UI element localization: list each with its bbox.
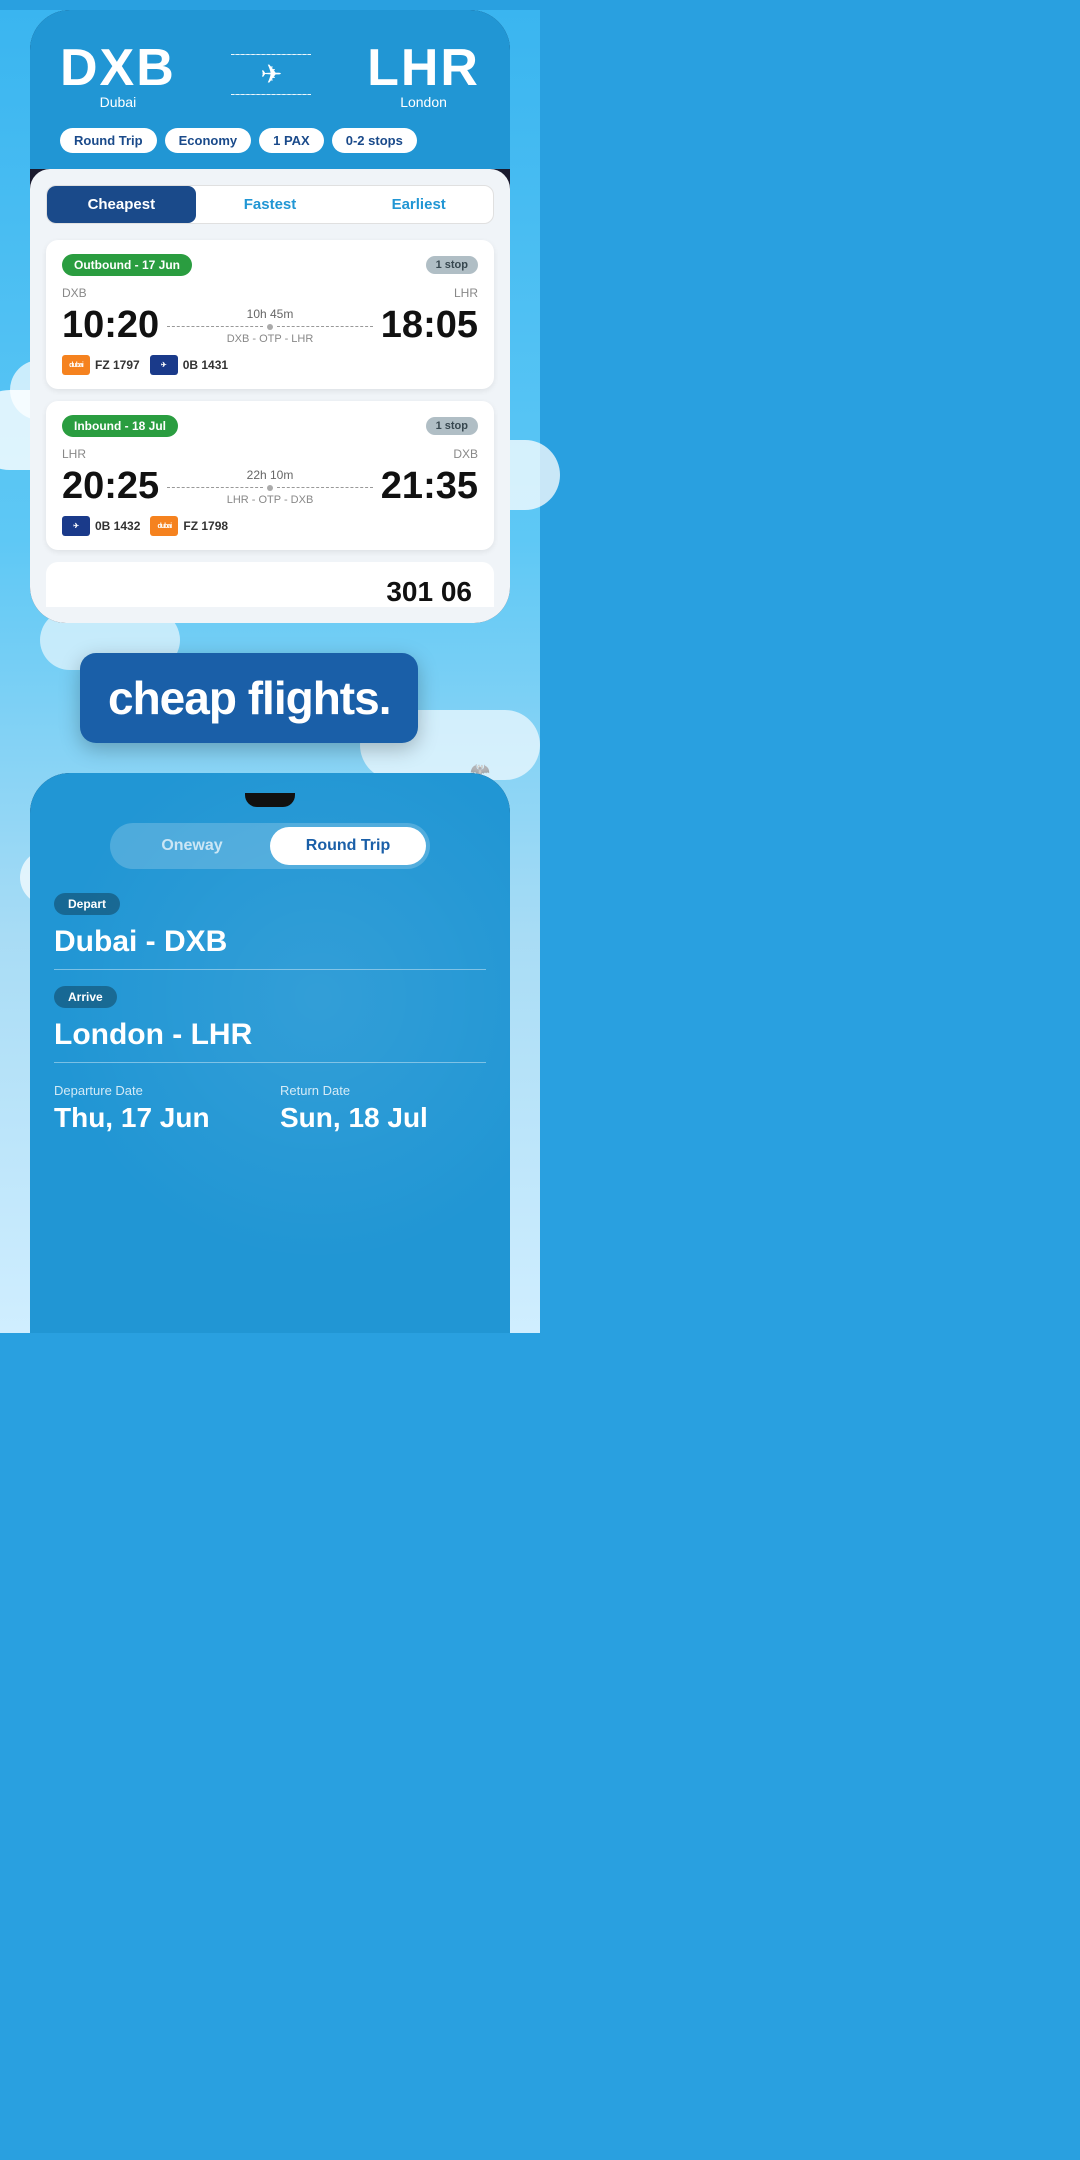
inbound-route-line	[167, 485, 373, 491]
inbound-route-stops: LHR - OTP - DXB	[167, 494, 373, 506]
depart-label: Depart	[54, 893, 120, 915]
dest-code: LHR	[367, 38, 480, 98]
return-date-value[interactable]: Sun, 18 Jul	[280, 1102, 486, 1134]
arrive-value[interactable]: London - LHR	[54, 1014, 486, 1063]
outbound-arrive-time: 18:05	[381, 304, 478, 347]
outbound-route-info: 10h 45m DXB - OTP - LHR	[159, 307, 381, 345]
plane-icon: ✈	[231, 54, 311, 95]
tabs-row: Cheapest Fastest Earliest	[46, 185, 494, 224]
outbound-header: Outbound - 17 Jun 1 stop	[62, 254, 478, 276]
toggle-oneway[interactable]: Oneway	[114, 827, 270, 865]
line-dash-4	[277, 487, 373, 488]
dest-group: LHR London	[367, 38, 480, 110]
toggle-round-trip[interactable]: Round Trip	[270, 827, 426, 865]
tab-fastest[interactable]: Fastest	[196, 186, 345, 223]
outbound-airline2: ✈ 0B 1431	[150, 355, 228, 375]
route-dot	[267, 324, 273, 330]
dates-row: Departure Date Thu, 17 Jun Return Date S…	[54, 1083, 486, 1134]
line-dash-1	[167, 326, 263, 327]
inbound-header: Inbound - 18 Jul 1 stop	[62, 415, 478, 437]
outbound-airports-small: DXB LHR	[62, 286, 478, 300]
line-dash-2	[277, 326, 373, 327]
cheap-flights-badge: cheap flights.	[80, 653, 418, 743]
return-date-label: Return Date	[280, 1083, 486, 1098]
line-dash-3	[167, 487, 263, 488]
cheap-flights-text: cheap flights.	[108, 672, 390, 724]
origin-group: DXB Dubai	[60, 38, 176, 110]
inbound-origin-small: LHR	[62, 447, 86, 461]
inbound-stop-badge: 1 stop	[426, 417, 478, 435]
inbound-airlines: ✈ 0B 1432 dubai FZ 1798	[62, 516, 478, 536]
depart-value[interactable]: Dubai - DXB	[54, 921, 486, 970]
outbound-route-line	[167, 324, 373, 330]
phone-bottom: Oneway Round Trip Depart Dubai - DXB Arr…	[30, 773, 510, 1333]
inbound-label: Inbound - 18 Jul	[62, 415, 178, 437]
outbound-route-stops: DXB - OTP - LHR	[167, 333, 373, 345]
outbound-times: 10:20 10h 45m DXB - OTP - LHR 18:05	[62, 304, 478, 347]
outbound-duration: 10h 45m	[167, 307, 373, 321]
outbound-airlines: dubai FZ 1797 ✈ 0B 1431	[62, 355, 478, 375]
blue-logo-1: ✈	[150, 355, 178, 375]
outbound-stop-badge: 1 stop	[426, 256, 478, 274]
partial-price-bar: 301 06	[46, 562, 494, 607]
outbound-dest-small: LHR	[454, 286, 478, 300]
partial-price: 301 06	[62, 576, 478, 607]
results-area: Cheapest Fastest Earliest Outbound - 17 …	[30, 169, 510, 623]
inbound-airline2: dubai FZ 1798	[150, 516, 228, 536]
outbound-flight2-code: 0B 1431	[183, 358, 228, 372]
outbound-flight1-code: FZ 1797	[95, 358, 140, 372]
inbound-airline1: ✈ 0B 1432	[62, 516, 140, 536]
inbound-dest-small: DXB	[453, 447, 478, 461]
route-dot-2	[267, 485, 273, 491]
trip-type-toggle[interactable]: Oneway Round Trip	[110, 823, 430, 869]
outbound-label: Outbound - 17 Jun	[62, 254, 192, 276]
outbound-airline1: dubai FZ 1797	[62, 355, 140, 375]
plane-line	[231, 54, 311, 55]
depart-field-group: Depart Dubai - DXB	[54, 893, 486, 970]
inbound-flight2-code: FZ 1798	[183, 519, 228, 533]
blue-logo-2: ✈	[62, 516, 90, 536]
inbound-depart-time: 20:25	[62, 465, 159, 508]
arrive-field-group: Arrive London - LHR	[54, 986, 486, 1063]
tag-cabin[interactable]: Economy	[165, 128, 252, 153]
plane-line2	[231, 94, 311, 95]
inbound-times: 20:25 22h 10m LHR - OTP - DXB 21:35	[62, 465, 478, 508]
outbound-segment[interactable]: Outbound - 17 Jun 1 stop DXB LHR 10:20 1…	[46, 240, 494, 389]
phone-top: DXB Dubai ✈ LHR London Round Trip Econom…	[30, 10, 510, 623]
departure-date-value[interactable]: Thu, 17 Jun	[54, 1102, 260, 1134]
middle-section: cheap flights.	[0, 623, 540, 763]
phone-notch	[245, 793, 295, 807]
tag-round-trip[interactable]: Round Trip	[60, 128, 157, 153]
departure-date-label: Departure Date	[54, 1083, 260, 1098]
flydubai-logo-2: dubai	[150, 516, 178, 536]
airport-row: DXB Dubai ✈ LHR London	[50, 30, 490, 118]
inbound-duration: 22h 10m	[167, 468, 373, 482]
origin-code: DXB	[60, 38, 176, 98]
tags-row: Round Trip Economy 1 PAX 0-2 stops	[50, 118, 490, 169]
inbound-flight1-code: 0B 1432	[95, 519, 140, 533]
inbound-arrive-time: 21:35	[381, 465, 478, 508]
tag-stops[interactable]: 0-2 stops	[332, 128, 417, 153]
outbound-origin-small: DXB	[62, 286, 87, 300]
departure-date-group: Departure Date Thu, 17 Jun	[54, 1083, 260, 1134]
arrive-label: Arrive	[54, 986, 117, 1008]
flydubai-logo-1: dubai	[62, 355, 90, 375]
inbound-route-info: 22h 10m LHR - OTP - DXB	[159, 468, 381, 506]
inbound-airports-small: LHR DXB	[62, 447, 478, 461]
outbound-depart-time: 10:20	[62, 304, 159, 347]
phone-bottom-inner: Oneway Round Trip Depart Dubai - DXB Arr…	[30, 773, 510, 1333]
tab-earliest[interactable]: Earliest	[344, 186, 493, 223]
tag-pax[interactable]: 1 PAX	[259, 128, 324, 153]
phone-top-header: DXB Dubai ✈ LHR London Round Trip Econom…	[30, 10, 510, 169]
inbound-segment[interactable]: Inbound - 18 Jul 1 stop LHR DXB 20:25 22…	[46, 401, 494, 550]
return-date-group: Return Date Sun, 18 Jul	[280, 1083, 486, 1134]
tab-cheapest[interactable]: Cheapest	[47, 186, 196, 223]
